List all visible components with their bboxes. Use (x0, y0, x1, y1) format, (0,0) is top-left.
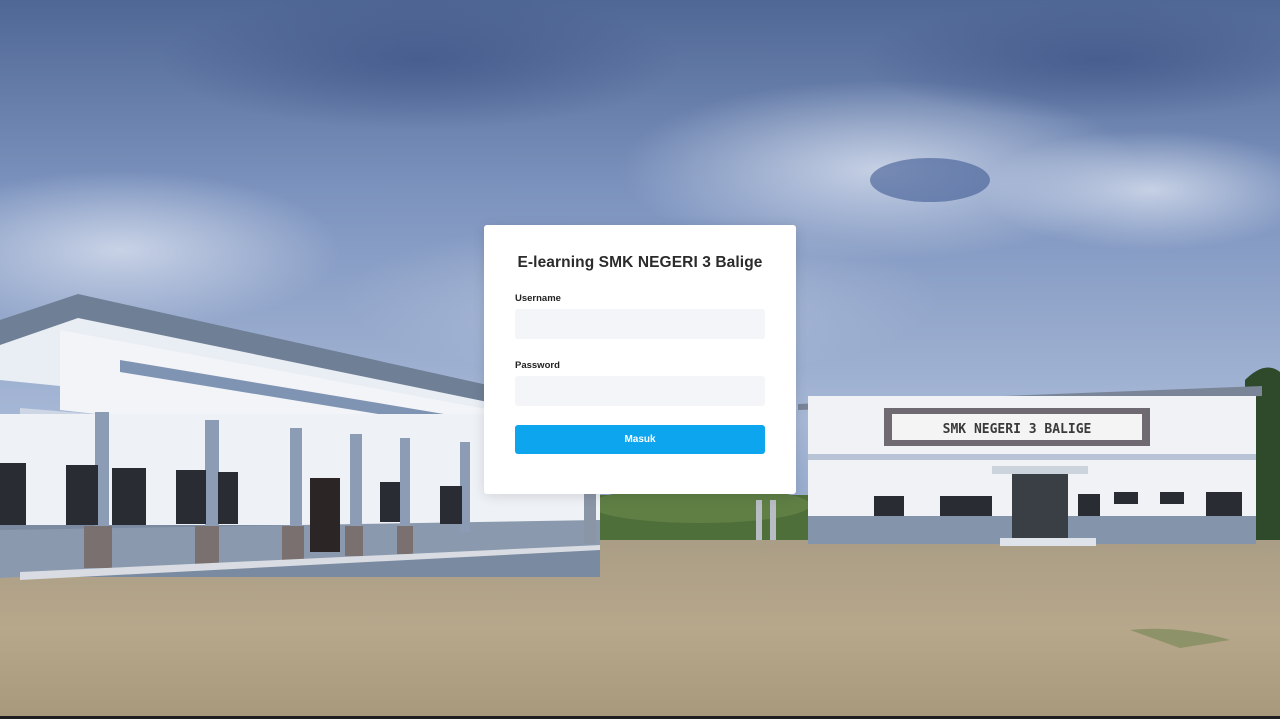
username-label: Username (515, 293, 561, 304)
page-title: E-learning SMK NEGERI 3 Balige (517, 254, 763, 271)
login-card: E-learning SMK NEGERI 3 Balige Username … (484, 225, 796, 494)
username-input[interactable] (515, 309, 765, 339)
login-page: SMK NEGERI 3 BALIGE E-learning SMK NEGER… (0, 0, 1280, 719)
password-label: Password (515, 360, 560, 371)
login-button[interactable]: Masuk (515, 425, 765, 454)
password-input[interactable] (515, 376, 765, 406)
svg-text:SMK NEGERI 3 BALIGE: SMK NEGERI 3 BALIGE (943, 422, 1092, 437)
